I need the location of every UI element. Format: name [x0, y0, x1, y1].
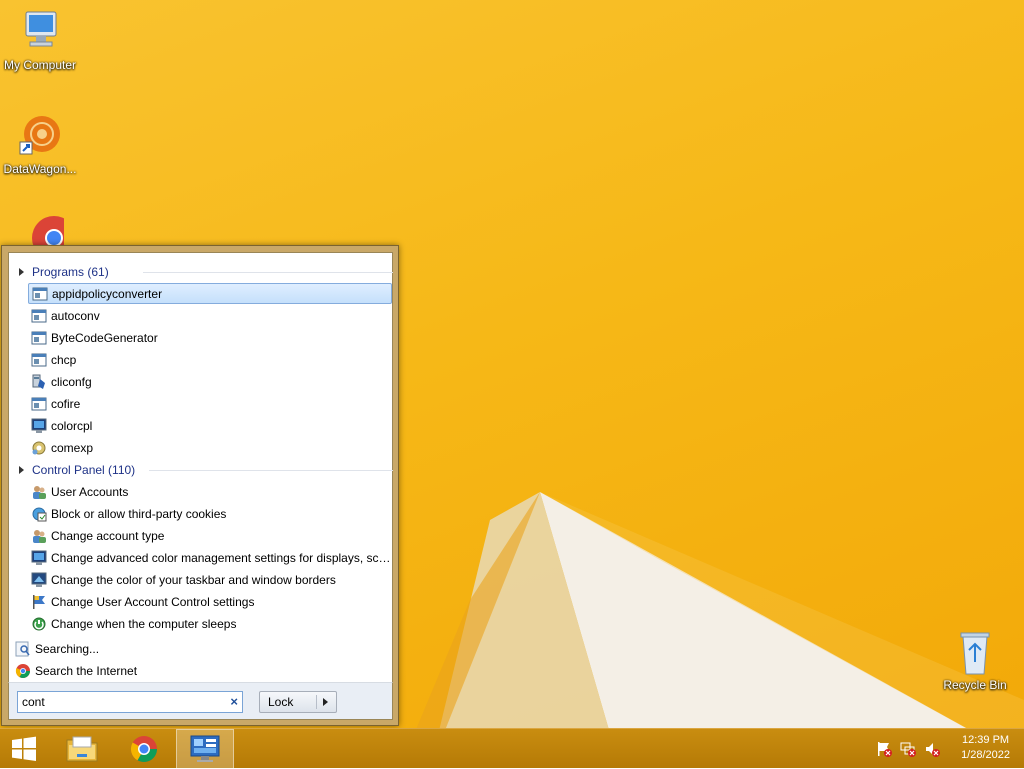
- search-input[interactable]: [22, 694, 212, 710]
- control-panel-item-taskbar-color[interactable]: Change the color of your taskbar and win…: [28, 569, 392, 590]
- expand-arrow-icon: [19, 466, 24, 474]
- desktop-icon-label: DataWagon...: [3, 162, 77, 176]
- control-panel-group-label: Control Panel (110): [32, 463, 136, 477]
- taskbar: 12:39 PM 1/28/2022: [0, 728, 1024, 769]
- internet-options-icon: [32, 507, 47, 521]
- program-item-chcp[interactable]: chcp: [28, 349, 392, 370]
- start-menu-bottom-bar: × Lock: [8, 682, 393, 720]
- search-internet-link[interactable]: Search the Internet: [15, 661, 137, 681]
- console-app-icon: [31, 331, 47, 344]
- clock-date: 1/28/2022: [961, 749, 1010, 761]
- display-icon: [31, 418, 47, 433]
- programs-group-header[interactable]: Programs (61): [19, 263, 393, 281]
- divider: [316, 695, 317, 709]
- chrome-taskbar-button[interactable]: [116, 729, 172, 769]
- control-panel-label: Change the color of your taskbar and win…: [51, 572, 336, 587]
- desktop-icon-label: My Computer: [3, 58, 77, 72]
- folder-icon: [66, 736, 98, 762]
- file-explorer-button[interactable]: [54, 729, 110, 769]
- program-label: ByteCodeGenerator: [51, 330, 158, 345]
- searching-status: Searching...: [15, 639, 99, 659]
- lock-button-label: Lock: [268, 695, 294, 709]
- control-panel-group-header[interactable]: Control Panel (110): [19, 461, 393, 479]
- sql-config-icon: [32, 374, 45, 389]
- recycle-bin-icon: [951, 630, 999, 676]
- search-results-pane: Programs (61) appidpolicyconverter autoc…: [8, 252, 393, 688]
- programs-group-label: Programs (61): [32, 265, 109, 279]
- program-label: colorcpl: [51, 418, 93, 433]
- expand-arrow-icon: [19, 268, 24, 276]
- program-label: chcp: [51, 352, 77, 367]
- clear-search-icon[interactable]: ×: [230, 694, 238, 709]
- computer-icon: [16, 8, 64, 56]
- program-label: cofire: [51, 396, 81, 411]
- datawagon-icon: [16, 112, 64, 160]
- program-item-colorcpl[interactable]: colorcpl: [28, 415, 392, 436]
- control-panel-item-account-type[interactable]: Change account type: [28, 525, 392, 546]
- chrome-icon: [130, 736, 158, 763]
- desktop-icon-recycle-bin[interactable]: Recycle Bin: [935, 630, 1015, 692]
- program-item-cofire[interactable]: cofire: [28, 393, 392, 414]
- clock-time: 12:39 PM: [961, 734, 1010, 746]
- console-app-icon: [31, 353, 47, 366]
- control-panel-item-cookies[interactable]: Block or allow third-party cookies: [28, 503, 392, 524]
- users-icon: [33, 485, 46, 499]
- program-item-autoconv[interactable]: autoconv: [28, 305, 392, 326]
- lock-button[interactable]: Lock: [259, 691, 337, 713]
- classic-shell-taskbar-button[interactable]: [176, 729, 234, 769]
- display-icon: [31, 550, 47, 565]
- control-panel-item-uac[interactable]: Change User Account Control settings: [28, 591, 392, 612]
- uac-flag-icon: [33, 594, 45, 609]
- network-icon[interactable]: [900, 741, 916, 757]
- control-panel-label: Block or allow third-party cookies: [51, 506, 227, 521]
- control-panel-icon: [190, 735, 220, 762]
- divider: [143, 272, 393, 273]
- control-panel-label: Change account type: [51, 528, 165, 543]
- power-icon: [32, 617, 46, 630]
- users-icon: [33, 529, 46, 543]
- desktop-icon-label: Recycle Bin: [943, 678, 1007, 692]
- system-tray: 12:39 PM 1/28/2022: [870, 729, 1024, 769]
- console-app-icon: [31, 309, 47, 322]
- control-panel-label: Change advanced color management setting…: [51, 550, 392, 565]
- start-menu: Programs (61) appidpolicyconverter autoc…: [1, 245, 399, 726]
- program-label: cliconfg: [51, 374, 92, 389]
- program-item-bytecodegenerator[interactable]: ByteCodeGenerator: [28, 327, 392, 348]
- control-panel-item-color-management[interactable]: Change advanced color management setting…: [28, 547, 392, 568]
- chevron-right-icon[interactable]: [323, 698, 328, 706]
- control-panel-item-sleep[interactable]: Change when the computer sleeps: [28, 613, 392, 634]
- personalize-icon: [31, 572, 47, 587]
- clock[interactable]: 12:39 PM 1/28/2022: [961, 733, 1010, 763]
- volume-muted-icon[interactable]: [924, 741, 940, 757]
- control-panel-item-user-accounts[interactable]: User Accounts: [28, 481, 392, 502]
- program-item-appidpolicyconverter[interactable]: appidpolicyconverter: [28, 283, 392, 304]
- chrome-icon: [15, 664, 30, 678]
- control-panel-label: Change when the computer sleeps: [51, 616, 237, 631]
- start-button[interactable]: [0, 729, 48, 769]
- program-label: autoconv: [51, 308, 100, 323]
- search-internet-label: Search the Internet: [35, 664, 138, 678]
- desktop-icon-my-computer[interactable]: My Computer: [0, 8, 80, 72]
- search-icon: [15, 641, 30, 657]
- search-box[interactable]: ×: [17, 691, 243, 713]
- program-item-cliconfg[interactable]: cliconfg: [28, 371, 392, 392]
- control-panel-label: User Accounts: [51, 484, 129, 499]
- divider: [149, 470, 393, 471]
- program-item-comexp[interactable]: comexp: [28, 437, 392, 458]
- searching-label: Searching...: [35, 642, 100, 656]
- desktop-icon-datawagon[interactable]: DataWagon...: [0, 112, 80, 176]
- component-services-icon: [32, 441, 46, 454]
- console-app-icon: [32, 287, 48, 300]
- control-panel-label: Change User Account Control settings: [51, 594, 255, 609]
- action-center-flag-icon[interactable]: [876, 741, 892, 757]
- console-app-icon: [31, 397, 47, 410]
- windows-logo-icon: [12, 736, 36, 761]
- program-label: comexp: [51, 440, 94, 455]
- program-label: appidpolicyconverter: [52, 286, 163, 301]
